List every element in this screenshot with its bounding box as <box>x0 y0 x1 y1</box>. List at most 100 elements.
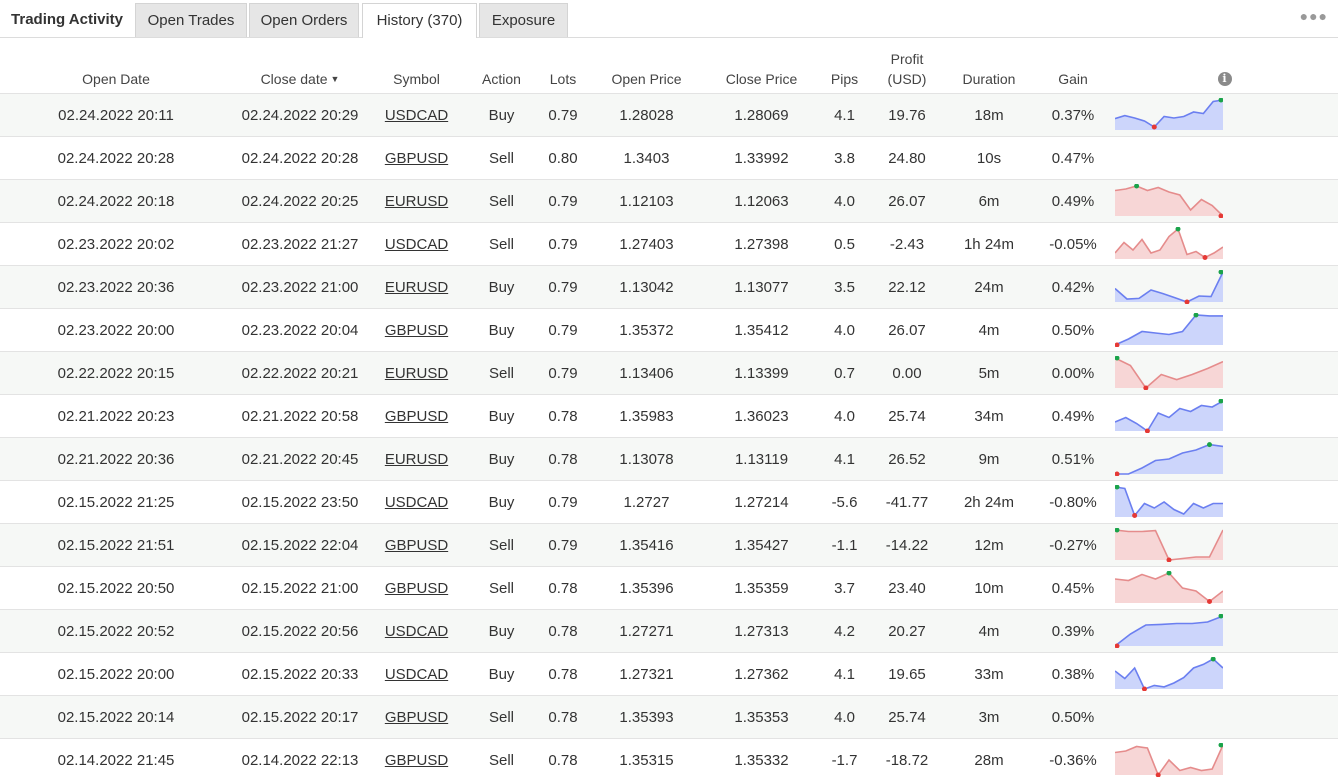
cell-pips: 4.2 <box>818 610 871 653</box>
cell-pips: -1.7 <box>818 739 871 781</box>
tab-exposure[interactable]: Exposure <box>479 3 568 37</box>
table-row[interactable]: 02.15.2022 20:1402.15.2022 20:17GBPUSDSe… <box>0 696 1338 739</box>
table-row[interactable]: 02.23.2022 20:3602.23.2022 21:00EURUSDBu… <box>0 266 1338 309</box>
table-row[interactable]: 02.15.2022 21:2502.15.2022 23:50USDCADBu… <box>0 481 1338 524</box>
symbol-link[interactable]: EURUSD <box>385 279 448 296</box>
cell-duration: 5m <box>943 352 1035 395</box>
cell-close-date: 02.15.2022 20:56 <box>232 610 368 653</box>
col-pips[interactable]: Pips <box>818 38 871 94</box>
cell-symbol: USDCAD <box>368 481 465 524</box>
cell-lots: 0.78 <box>538 438 588 481</box>
symbol-link[interactable]: GBPUSD <box>385 709 448 726</box>
sparkline-area <box>1115 616 1223 646</box>
cell-profit: 24.80 <box>871 137 943 180</box>
sparkline-high-dot <box>1207 442 1212 447</box>
cell-open-price: 1.35393 <box>588 696 705 739</box>
table-row[interactable]: 02.21.2022 20:2302.21.2022 20:58GBPUSDBu… <box>0 395 1338 438</box>
cell-pips: -5.6 <box>818 481 871 524</box>
table-row[interactable]: 02.15.2022 20:5202.15.2022 20:56USDCADBu… <box>0 610 1338 653</box>
symbol-link[interactable]: EURUSD <box>385 193 448 210</box>
col-close-date[interactable]: Close date▼ <box>232 38 368 94</box>
sparkline-high-dot <box>1219 270 1224 275</box>
cell-duration: 2h 24m <box>943 481 1035 524</box>
table-row[interactable]: 02.15.2022 20:5002.15.2022 21:00GBPUSDSe… <box>0 567 1338 610</box>
cell-open-date: 02.23.2022 20:00 <box>0 309 232 352</box>
cell-lots: 0.79 <box>538 223 588 266</box>
symbol-link[interactable]: GBPUSD <box>385 537 448 554</box>
symbol-link[interactable]: GBPUSD <box>385 580 448 597</box>
symbol-link[interactable]: USDCAD <box>385 107 448 124</box>
cell-gain: 0.38% <box>1035 653 1111 696</box>
cell-duration: 3m <box>943 696 1035 739</box>
cell-profit: 22.12 <box>871 266 943 309</box>
sparkline-chart <box>1115 184 1223 218</box>
tab-history[interactable]: History (370) <box>362 3 477 38</box>
col-lots[interactable]: Lots <box>538 38 588 94</box>
col-action[interactable]: Action <box>465 38 538 94</box>
symbol-link[interactable]: GBPUSD <box>385 752 448 769</box>
symbol-link[interactable]: GBPUSD <box>385 150 448 167</box>
table-row[interactable]: 02.24.2022 20:1802.24.2022 20:25EURUSDSe… <box>0 180 1338 223</box>
symbol-link[interactable]: GBPUSD <box>385 408 448 425</box>
col-duration[interactable]: Duration <box>943 38 1035 94</box>
cell-close-price: 1.36023 <box>705 395 818 438</box>
col-gain[interactable]: Gain <box>1035 38 1111 94</box>
col-open-date[interactable]: Open Date <box>0 38 232 94</box>
cell-close-price: 1.27313 <box>705 610 818 653</box>
col-profit-unit: (USD) <box>888 71 927 87</box>
cell-profit: 23.40 <box>871 567 943 610</box>
cell-close-date: 02.15.2022 20:17 <box>232 696 368 739</box>
symbol-link[interactable]: EURUSD <box>385 451 448 468</box>
cell-action: Buy <box>465 395 538 438</box>
table-row[interactable]: 02.14.2022 21:4502.14.2022 22:13GBPUSDSe… <box>0 739 1338 781</box>
symbol-link[interactable]: USDCAD <box>385 666 448 683</box>
cell-profit: 26.52 <box>871 438 943 481</box>
cell-pips: 4.0 <box>818 309 871 352</box>
history-table: Open Date Close date▼ Symbol Action Lots… <box>0 38 1338 781</box>
symbol-link[interactable]: USDCAD <box>385 494 448 511</box>
cell-pips: 3.7 <box>818 567 871 610</box>
cell-open-price: 1.3403 <box>588 137 705 180</box>
cell-open-date: 02.15.2022 20:52 <box>0 610 232 653</box>
cell-gain: 0.49% <box>1035 395 1111 438</box>
cell-open-date: 02.15.2022 20:14 <box>0 696 232 739</box>
cell-sparkline <box>1111 696 1338 739</box>
cell-gain: 0.39% <box>1035 610 1111 653</box>
symbol-link[interactable]: GBPUSD <box>385 322 448 339</box>
symbol-link[interactable]: USDCAD <box>385 623 448 640</box>
table-row[interactable]: 02.15.2022 21:5102.15.2022 22:04GBPUSDSe… <box>0 524 1338 567</box>
cell-close-price: 1.27214 <box>705 481 818 524</box>
symbol-link[interactable]: USDCAD <box>385 236 448 253</box>
table-row[interactable]: 02.23.2022 20:0002.23.2022 20:04GBPUSDBu… <box>0 309 1338 352</box>
cell-pips: 0.5 <box>818 223 871 266</box>
cell-close-price: 1.27362 <box>705 653 818 696</box>
table-row[interactable]: 02.23.2022 20:0202.23.2022 21:27USDCADSe… <box>0 223 1338 266</box>
tab-open-orders[interactable]: Open Orders <box>249 3 359 37</box>
cell-close-date: 02.15.2022 21:00 <box>232 567 368 610</box>
col-profit[interactable]: Profit(USD) <box>871 38 943 94</box>
info-icon[interactable]: i <box>1218 72 1232 86</box>
cell-pips: 4.1 <box>818 653 871 696</box>
table-row[interactable]: 02.21.2022 20:3602.21.2022 20:45EURUSDBu… <box>0 438 1338 481</box>
table-row[interactable]: 02.22.2022 20:1502.22.2022 20:21EURUSDSe… <box>0 352 1338 395</box>
col-open-price[interactable]: Open Price <box>588 38 705 94</box>
cell-symbol: GBPUSD <box>368 137 465 180</box>
tab-open-trades[interactable]: Open Trades <box>135 3 247 37</box>
cell-pips: 4.1 <box>818 94 871 137</box>
cell-open-price: 1.35396 <box>588 567 705 610</box>
sparkline-chart <box>1115 227 1223 261</box>
cell-action: Sell <box>465 137 538 180</box>
col-symbol[interactable]: Symbol <box>368 38 465 94</box>
cell-duration: 6m <box>943 180 1035 223</box>
table-row[interactable]: 02.24.2022 20:2802.24.2022 20:28GBPUSDSe… <box>0 137 1338 180</box>
table-row[interactable]: 02.15.2022 20:0002.15.2022 20:33USDCADBu… <box>0 653 1338 696</box>
col-close-price[interactable]: Close Price <box>705 38 818 94</box>
symbol-link[interactable]: EURUSD <box>385 365 448 382</box>
cell-symbol: USDCAD <box>368 94 465 137</box>
cell-pips: 4.1 <box>818 438 871 481</box>
cell-lots: 0.79 <box>538 94 588 137</box>
more-dots-icon[interactable]: ●●● <box>1300 8 1328 24</box>
cell-open-date: 02.15.2022 20:50 <box>0 567 232 610</box>
table-row[interactable]: 02.24.2022 20:1102.24.2022 20:29USDCADBu… <box>0 94 1338 137</box>
cell-open-date: 02.22.2022 20:15 <box>0 352 232 395</box>
